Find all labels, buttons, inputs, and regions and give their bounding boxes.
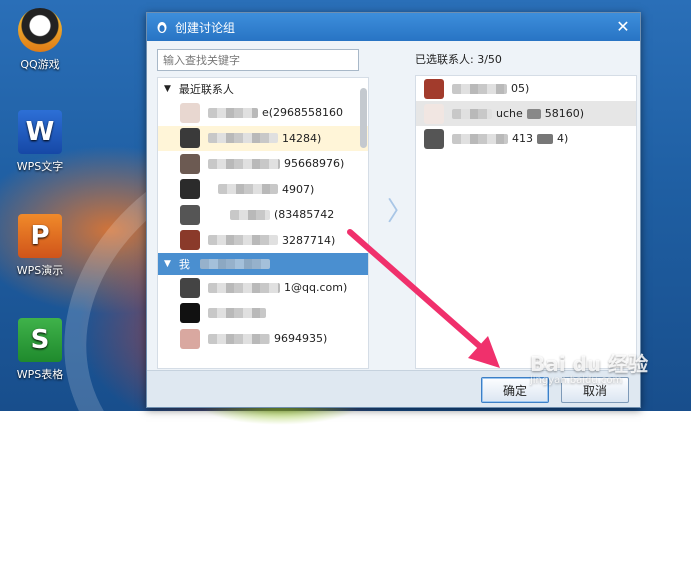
contact-text: e(2968558160	[262, 106, 344, 120]
close-icon[interactable]: ✕	[614, 18, 632, 36]
contact-text: 14284)	[282, 131, 322, 145]
qq-game-icon	[18, 8, 62, 52]
contact-picker-panel: ▼ 最近联系人 e(2968558160 14284) 95668976)	[157, 49, 369, 369]
watermark-brand: Bai du	[530, 352, 602, 376]
contact-text: 9694935)	[274, 332, 328, 346]
selected-contact-row[interactable]: 413 4)	[416, 126, 636, 151]
dialog-title: 创建讨论组	[175, 20, 236, 35]
desktop-icon-label: WPS文字	[16, 160, 64, 173]
avatar	[180, 277, 200, 298]
selected-contacts-panel: 已选联系人: 3/50 05) uche 58160) 413 4)	[415, 49, 637, 369]
desktop-icon-label: WPS表格	[16, 368, 64, 381]
avatar	[424, 128, 444, 149]
contact-text-tail: 4)	[557, 132, 569, 145]
list-scrollbar[interactable]	[360, 88, 367, 148]
blurred-name	[230, 209, 270, 220]
watermark-sub: 经验	[608, 352, 649, 376]
contact-text: 3287714)	[282, 233, 336, 247]
group-recent-contacts[interactable]: ▼ 最近联系人	[158, 78, 368, 100]
desktop-icon-wps-writer[interactable]: W WPS文字	[0, 110, 80, 174]
contact-text: (83485742	[274, 208, 335, 222]
contact-text: 4907)	[282, 182, 315, 196]
contact-text: 95668976)	[284, 157, 345, 171]
avatar	[180, 153, 200, 174]
blurred-name	[199, 259, 270, 269]
blurred-name	[537, 133, 553, 144]
group-my-contacts[interactable]: ▼ 我	[158, 253, 368, 275]
avatar	[180, 303, 200, 324]
selected-count-label: 已选联系人: 3/50	[415, 53, 502, 66]
selected-contact-list[interactable]: 05) uche 58160) 413 4)	[415, 75, 637, 369]
contact-row[interactable]: (83485742	[158, 202, 368, 228]
blurred-name	[208, 158, 280, 169]
avatar	[180, 128, 200, 149]
watermark-url: jingyan.baidu.com	[530, 375, 623, 386]
search-input[interactable]	[157, 49, 359, 71]
contact-text-tail: 58160)	[544, 107, 585, 120]
avatar	[180, 328, 200, 349]
desktop-icon-label: WPS演示	[16, 264, 64, 277]
avatar	[180, 179, 200, 200]
qq-penguin-icon	[157, 22, 167, 33]
blurred-name	[452, 83, 507, 94]
contact-row[interactable]	[158, 301, 368, 327]
blurred-name	[452, 133, 508, 144]
desktop-icon-qq-game[interactable]: QQ游戏	[0, 8, 80, 72]
avatar	[180, 102, 200, 123]
blurred-name	[526, 108, 541, 119]
avatar	[424, 78, 444, 99]
blurred-name	[208, 308, 266, 319]
blurred-name	[208, 107, 258, 118]
contact-row[interactable]: 14284)	[158, 125, 368, 151]
contact-list[interactable]: ▼ 最近联系人 e(2968558160 14284) 95668976) 49…	[157, 77, 369, 369]
desktop-icon-wps-presentation[interactable]: P WPS演示	[0, 214, 80, 278]
selected-contact-row[interactable]: 05)	[416, 76, 636, 101]
blurred-name	[208, 333, 270, 344]
baidu-watermark: Bai du 经验 jingyan.baidu.com	[530, 348, 648, 386]
wps-writer-icon: W	[18, 110, 62, 154]
wps-presentation-icon: P	[18, 214, 62, 258]
contact-text: uche	[496, 107, 523, 120]
contact-text: 413	[512, 132, 533, 145]
contact-row[interactable]: 95668976)	[158, 151, 368, 177]
blurred-name	[208, 235, 278, 246]
contact-row[interactable]: 1@qq.com)	[158, 275, 368, 301]
dialog-titlebar: 创建讨论组 ✕	[147, 13, 640, 41]
avatar	[180, 230, 200, 251]
blurred-name	[208, 282, 280, 293]
avatar	[180, 204, 200, 225]
blurred-name	[208, 133, 278, 144]
desktop-icon-label: QQ游戏	[20, 58, 60, 71]
contact-row[interactable]: 4907)	[158, 177, 368, 203]
desktop-icon-wps-spreadsheet[interactable]: S WPS表格	[0, 318, 80, 382]
blurred-name	[452, 108, 492, 119]
contact-row[interactable]: 3287714)	[158, 228, 368, 254]
contact-row[interactable]: e(2968558160	[158, 100, 368, 126]
blurred-name	[218, 184, 278, 195]
group-label: 我	[178, 258, 190, 271]
wps-spreadsheet-icon: S	[18, 318, 62, 362]
selected-contact-row[interactable]: uche 58160)	[416, 101, 636, 126]
expand-triangle-icon: ▼	[164, 259, 171, 269]
contact-text: 05)	[511, 82, 530, 95]
contact-row[interactable]: 9694935)	[158, 326, 368, 352]
avatar	[424, 103, 444, 124]
move-right-icon[interactable]: 〉	[387, 191, 413, 228]
contact-text: 1@qq.com)	[284, 281, 348, 295]
expand-triangle-icon: ▼	[164, 84, 171, 94]
group-label: 最近联系人	[178, 83, 234, 96]
